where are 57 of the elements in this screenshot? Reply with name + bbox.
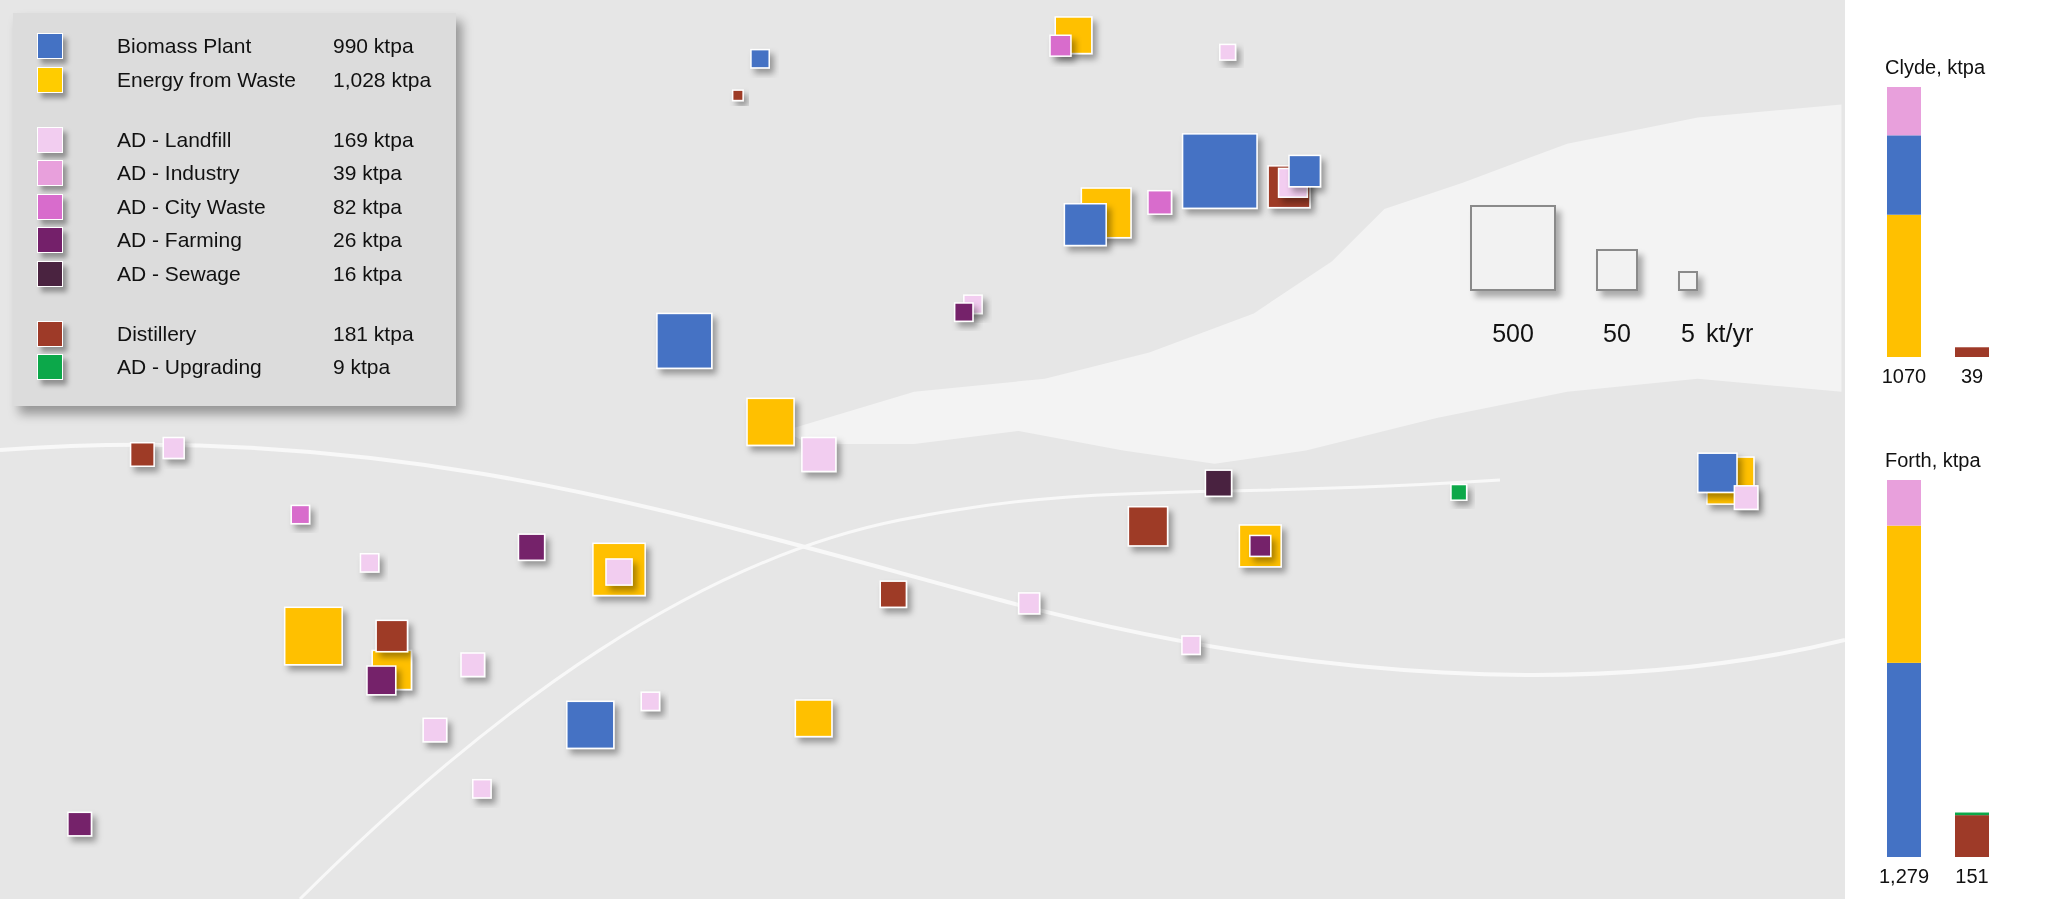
map-marker — [1127, 506, 1169, 547]
map-marker — [656, 312, 713, 370]
map-marker — [1450, 483, 1468, 501]
legend-label: AD - Upgrading — [117, 355, 263, 379]
legend-label: Biomass Plant — [117, 34, 253, 58]
map-marker — [879, 580, 908, 609]
map-marker — [640, 691, 661, 712]
legend-value: 26 ktpa — [333, 228, 402, 252]
map-marker — [359, 553, 380, 573]
legend-label: Energy from Waste — [117, 67, 297, 92]
size-key-square — [1596, 249, 1638, 291]
value-label: 151 — [1955, 865, 1989, 887]
map-marker — [375, 619, 409, 653]
size-key-square — [1678, 271, 1698, 291]
legend-label: AD - Sewage — [117, 261, 242, 286]
legend-label: AD - Landfill — [117, 127, 233, 152]
value-label: 1,279 — [1878, 865, 1930, 887]
unit-label: kt/yr — [1706, 319, 1754, 348]
map-marker — [1017, 592, 1041, 615]
size-key-label: 500 — [1492, 319, 1534, 348]
map-marker — [460, 652, 486, 678]
map-marker — [1181, 635, 1201, 656]
map-marker — [472, 778, 492, 799]
map-marker — [1288, 154, 1322, 188]
chart-title: Clyde, ktpa — [1885, 56, 1987, 79]
legend-value: 9 ktpa — [333, 355, 391, 379]
map-marker — [1219, 43, 1237, 61]
map-marker — [566, 700, 615, 750]
legend-value: 39 ktpa — [333, 161, 402, 185]
map-marker — [953, 302, 974, 323]
size-key-label: 5 — [1681, 319, 1695, 348]
legend-value: 82 ktpa — [333, 194, 402, 219]
legend-label: AD - City Waste — [117, 194, 267, 219]
map-marker — [794, 699, 833, 738]
map-marker — [366, 665, 397, 696]
map-marker — [1147, 189, 1173, 215]
legend-value: 16 ktpa — [333, 261, 402, 286]
legend-label: Distillery — [117, 321, 198, 346]
legend-label: AD - Farming — [117, 228, 243, 252]
chart-title: Forth, ktpa — [1885, 449, 1982, 472]
map-marker — [290, 504, 311, 525]
map-marker — [422, 717, 448, 743]
map-marker — [517, 533, 546, 561]
value-label: 1070 — [1881, 365, 1927, 387]
legend-value: 990 ktpa — [333, 34, 414, 58]
map-marker — [67, 811, 93, 837]
map-marker — [750, 48, 770, 69]
map-marker — [731, 89, 744, 102]
bar-segment — [1955, 347, 1989, 357]
legend-value: 181 ktpa — [333, 321, 414, 346]
map-marker — [283, 606, 343, 666]
legend-value: 169 ktpa — [333, 127, 414, 152]
size-key-label: 50 — [1603, 319, 1631, 348]
map-marker — [1063, 203, 1107, 247]
legend-value: 1,028 ktpa — [333, 67, 432, 92]
legend-label: AD - Industry — [117, 161, 241, 185]
value-label: 39 — [1960, 365, 1984, 387]
